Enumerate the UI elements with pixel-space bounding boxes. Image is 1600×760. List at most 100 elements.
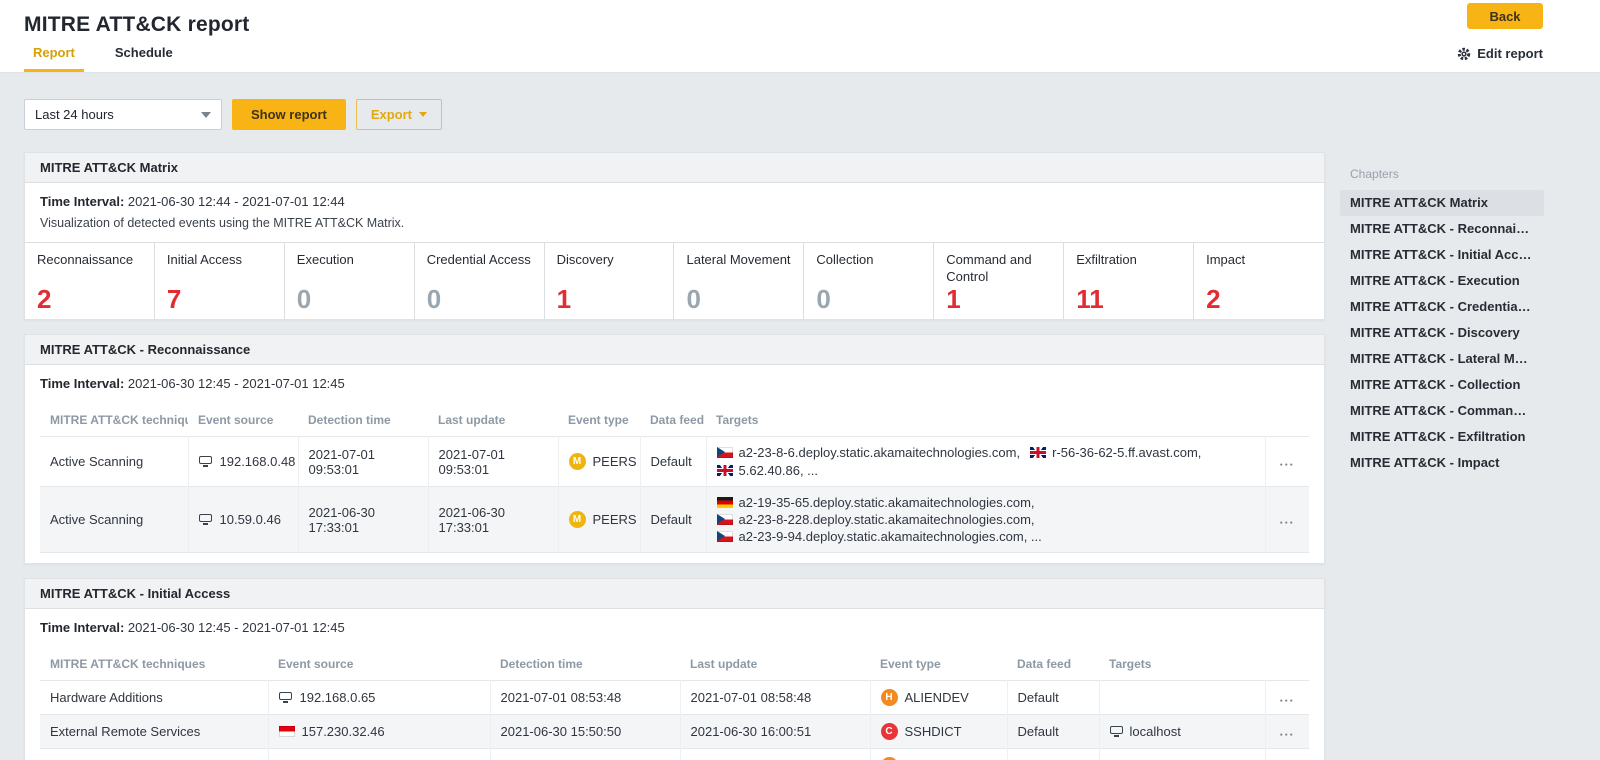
col-last-update: Last update bbox=[428, 404, 558, 437]
edit-report-label: Edit report bbox=[1477, 46, 1543, 61]
technique-cell[interactable]: Hardware Additions bbox=[40, 749, 268, 760]
event-source-cell: 192.168.0.48 bbox=[188, 437, 298, 487]
chapters-label: Chapters bbox=[1340, 167, 1544, 190]
time-period-select[interactable]: Last 24 hours bbox=[24, 99, 222, 130]
initial-access-panel: MITRE ATT&CK - Initial Access Time Inter… bbox=[24, 578, 1325, 760]
data-feed-cell: Default bbox=[640, 437, 706, 487]
more-options-button[interactable] bbox=[1276, 516, 1300, 526]
chapter-item-matrix[interactable]: MITRE ATT&CK Matrix bbox=[1340, 190, 1544, 216]
detection-time-cell: 2021-06-30 17:33:01 bbox=[298, 487, 428, 553]
chapter-item-initial-access[interactable]: MITRE ATT&CK - Initial Access bbox=[1340, 242, 1544, 268]
chapter-item-impact[interactable]: MITRE ATT&CK - Impact bbox=[1340, 450, 1544, 476]
technique-cell[interactable]: Hardware Additions bbox=[40, 681, 268, 715]
flag-cz-icon bbox=[717, 514, 733, 525]
event-type-cell: C SSHDICT bbox=[870, 715, 1007, 749]
host-icon bbox=[199, 514, 213, 526]
matrix-cell-initial-access[interactable]: Initial Access 7 bbox=[155, 243, 285, 319]
matrix-cell-discovery[interactable]: Discovery 1 bbox=[545, 243, 675, 319]
chevron-down-icon bbox=[201, 112, 211, 118]
more-options-button[interactable] bbox=[1276, 458, 1300, 468]
event-source-cell: 10.59.0.46 bbox=[188, 487, 298, 553]
matrix-cell-reconnaissance[interactable]: Reconnaissance 2 bbox=[25, 243, 155, 319]
tab-schedule[interactable]: Schedule bbox=[106, 37, 182, 72]
flag-cz-icon bbox=[717, 531, 733, 542]
event-type-badge: C bbox=[881, 723, 898, 740]
gear-icon bbox=[1457, 47, 1471, 61]
chapter-item-execution[interactable]: MITRE ATT&CK - Execution bbox=[1340, 268, 1544, 294]
technique-cell[interactable]: External Remote Services bbox=[40, 715, 268, 749]
chapter-item-collection[interactable]: MITRE ATT&CK - Collection bbox=[1340, 372, 1544, 398]
matrix-count: 0 bbox=[816, 284, 830, 315]
more-options-button[interactable] bbox=[1276, 694, 1300, 704]
event-type-cell: H ALIENDEV bbox=[870, 681, 1007, 715]
matrix-count: 11 bbox=[1076, 284, 1104, 315]
tab-report[interactable]: Report bbox=[24, 37, 84, 72]
event-source-cell: 10.157.232.66 bbox=[268, 749, 490, 760]
data-feed-cell: Default bbox=[640, 487, 706, 553]
time-interval-value: 2021-06-30 12:45 - 2021-07-01 12:45 bbox=[128, 376, 345, 391]
report-body: MITRE ATT&CK Matrix Time Interval: 2021-… bbox=[24, 152, 1325, 760]
chapter-item-lateral-movement[interactable]: MITRE ATT&CK - Lateral Movement bbox=[1340, 346, 1544, 372]
col-event-type: Event type bbox=[870, 648, 1007, 681]
targets-cell bbox=[1099, 681, 1265, 715]
col-techniques: MITRE ATT&CK techniques bbox=[40, 404, 188, 437]
targets-cell: a2-23-8-6.deploy.static.akamaitechnologi… bbox=[706, 437, 1265, 487]
time-interval-label: Time Interval: bbox=[40, 194, 124, 209]
matrix-panel-title: MITRE ATT&CK Matrix bbox=[25, 153, 1324, 183]
matrix-cell-lateral-movement[interactable]: Lateral Movement 0 bbox=[674, 243, 804, 319]
matrix-cell-execution[interactable]: Execution 0 bbox=[285, 243, 415, 319]
targets-cell: localhost bbox=[1099, 715, 1265, 749]
matrix-cell-credential-access[interactable]: Credential Access 0 bbox=[415, 243, 545, 319]
show-report-button[interactable]: Show report bbox=[232, 99, 346, 130]
flag-cz-icon bbox=[717, 447, 733, 458]
time-interval-label: Time Interval: bbox=[40, 376, 124, 391]
col-event-type: Event type bbox=[558, 404, 640, 437]
col-detection-time: Detection time bbox=[490, 648, 680, 681]
edit-report-button[interactable]: Edit report bbox=[1457, 46, 1543, 61]
reconnaissance-table: MITRE ATT&CK techniques Event source Det… bbox=[40, 404, 1309, 553]
table-row: Hardware Additions 192.168.0.65 2021-07-… bbox=[40, 681, 1309, 715]
target-item: localhost bbox=[1110, 724, 1181, 739]
chapter-item-command-and-control[interactable]: MITRE ATT&CK - Command and Control bbox=[1340, 398, 1544, 424]
event-type-badge: M bbox=[569, 453, 586, 470]
export-button[interactable]: Export bbox=[356, 99, 442, 130]
matrix-cell-impact[interactable]: Impact 2 bbox=[1194, 243, 1324, 319]
host-icon bbox=[1110, 726, 1124, 738]
targets-cell bbox=[1099, 749, 1265, 760]
col-data-feed: Data feed bbox=[640, 404, 706, 437]
time-interval-value: 2021-06-30 12:44 - 2021-07-01 12:44 bbox=[128, 194, 345, 209]
col-actions bbox=[1265, 648, 1309, 681]
target-item: a2-23-9-94.deploy.static.akamaitechnolog… bbox=[717, 529, 1042, 544]
back-button[interactable]: Back bbox=[1467, 3, 1543, 29]
technique-cell[interactable]: Active Scanning bbox=[40, 487, 188, 553]
more-options-button[interactable] bbox=[1276, 728, 1300, 738]
initial-access-time-interval: Time Interval: 2021-06-30 12:45 - 2021-0… bbox=[25, 609, 1324, 635]
table-row: Hardware Additions 10.157.232.66 2021-06… bbox=[40, 749, 1309, 760]
col-event-source: Event source bbox=[188, 404, 298, 437]
col-techniques: MITRE ATT&CK techniques bbox=[40, 648, 268, 681]
data-feed-cell: Default bbox=[1007, 749, 1099, 760]
matrix-count: 0 bbox=[427, 284, 441, 315]
host-icon bbox=[279, 692, 293, 704]
matrix-cell-exfiltration[interactable]: Exfiltration 11 bbox=[1064, 243, 1194, 319]
initial-access-panel-title: MITRE ATT&CK - Initial Access bbox=[25, 579, 1324, 609]
matrix-cell-collection[interactable]: Collection 0 bbox=[804, 243, 934, 319]
flag-gb-icon bbox=[1030, 447, 1046, 458]
last-update-cell: 2021-06-30 14:52:31 bbox=[680, 749, 870, 760]
tab-bar: Report Schedule bbox=[24, 37, 182, 72]
event-source-cell: 157.230.32.46 bbox=[268, 715, 490, 749]
export-label: Export bbox=[371, 107, 412, 122]
chapter-item-reconnaissance[interactable]: MITRE ATT&CK - Reconnaissance bbox=[1340, 216, 1544, 242]
time-period-value: Last 24 hours bbox=[35, 107, 114, 122]
detection-time-cell: 2021-06-30 15:50:50 bbox=[490, 715, 680, 749]
technique-cell[interactable]: Active Scanning bbox=[40, 437, 188, 487]
event-type-cell: H ALIENDEV bbox=[870, 749, 1007, 760]
chapter-item-credential-access[interactable]: MITRE ATT&CK - Credential Access bbox=[1340, 294, 1544, 320]
matrix-count: 1 bbox=[946, 284, 960, 315]
initial-access-table: MITRE ATT&CK techniques Event source Det… bbox=[40, 648, 1309, 760]
data-feed-cell: Default bbox=[1007, 681, 1099, 715]
matrix-cell-command-and-control[interactable]: Command and Control 1 bbox=[934, 243, 1064, 319]
chapter-item-exfiltration[interactable]: MITRE ATT&CK - Exfiltration bbox=[1340, 424, 1544, 450]
col-data-feed: Data feed bbox=[1007, 648, 1099, 681]
chapter-item-discovery[interactable]: MITRE ATT&CK - Discovery bbox=[1340, 320, 1544, 346]
